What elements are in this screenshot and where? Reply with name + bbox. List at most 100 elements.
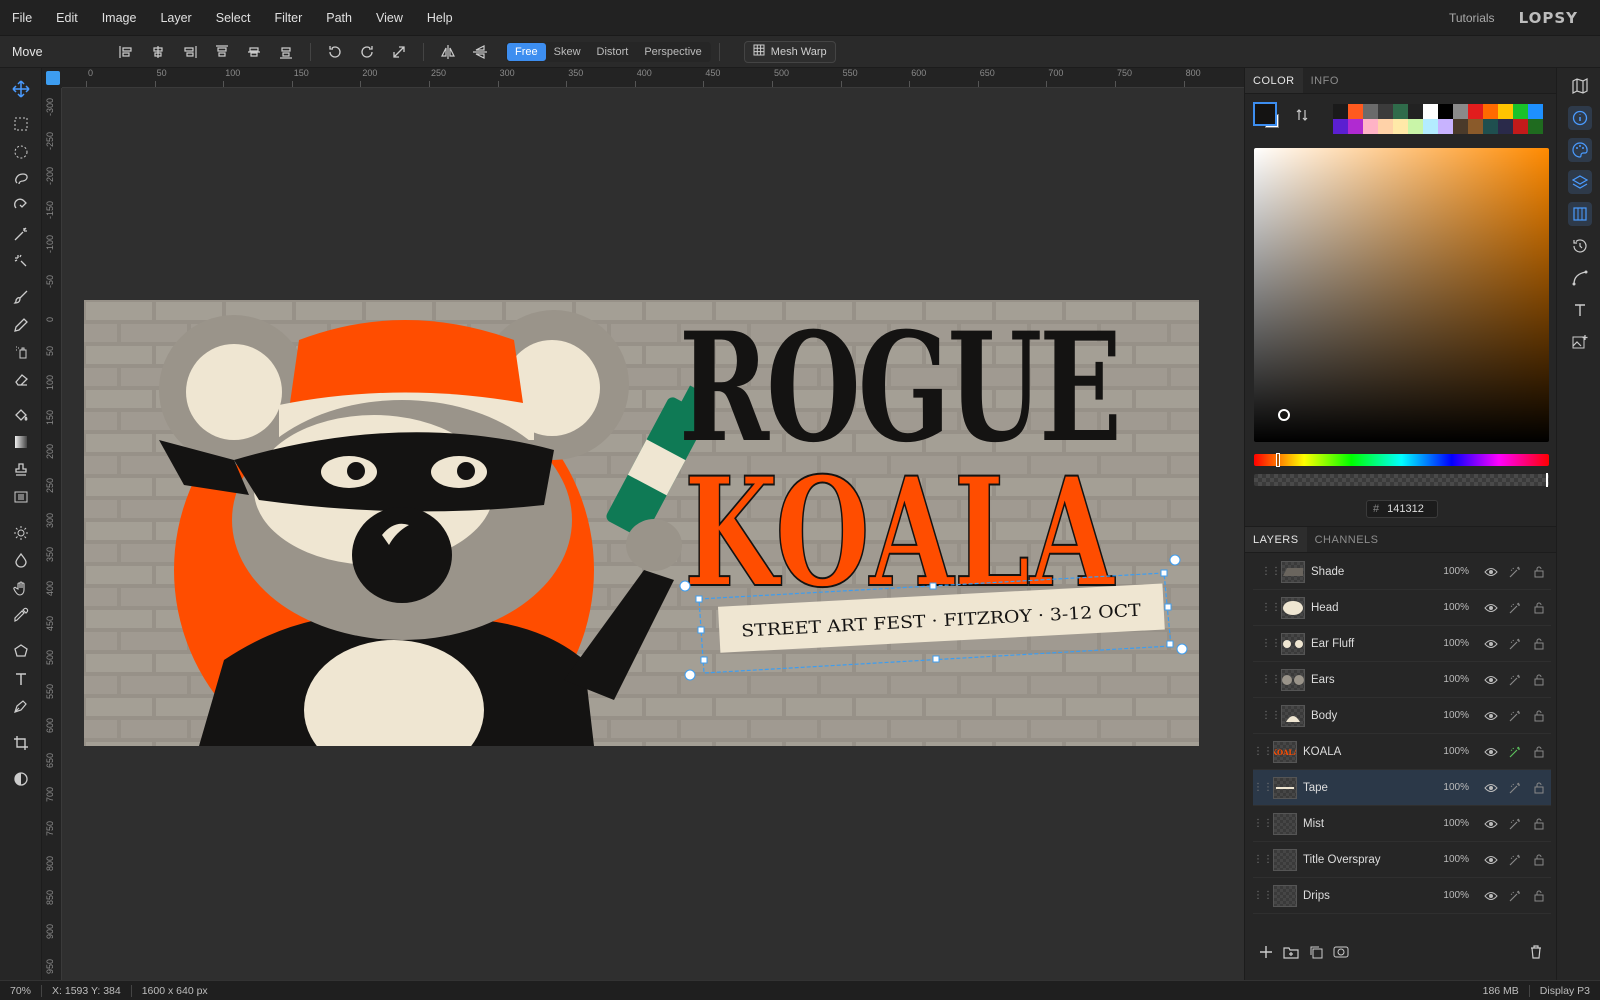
history-icon[interactable] [1568, 234, 1592, 258]
layer-row[interactable]: ⋮⋮ Ears 100% [1253, 662, 1551, 698]
layer-row[interactable]: ⋮⋮ Head 100% [1253, 590, 1551, 626]
drag-handle-icon[interactable]: ⋮⋮ [1261, 710, 1281, 721]
eye-icon[interactable] [1479, 603, 1503, 613]
effects-icon[interactable] [1503, 854, 1527, 866]
effects-icon[interactable] [1503, 710, 1527, 722]
mode-distort-button[interactable]: Distort [589, 43, 637, 61]
effects-icon[interactable] [1503, 890, 1527, 902]
layer-opacity[interactable]: 100% [1435, 602, 1469, 613]
layer-name[interactable]: KOALA [1303, 746, 1435, 758]
menu-path[interactable]: Path [314, 0, 364, 36]
menu-view[interactable]: View [364, 0, 415, 36]
lock-icon[interactable] [1527, 782, 1551, 794]
layer-opacity[interactable]: 100% [1435, 638, 1469, 649]
polygon-icon[interactable] [7, 638, 35, 664]
drag-handle-icon[interactable]: ⋮⋮ [1253, 746, 1273, 757]
layer-row[interactable]: ⋮⋮KOALAKOALA100% [1253, 734, 1551, 770]
menu-filter[interactable]: Filter [262, 0, 314, 36]
marquee-ellipse-icon[interactable] [7, 139, 35, 165]
palette-swatch[interactable] [1498, 104, 1513, 119]
lock-icon[interactable] [1527, 638, 1551, 650]
palette-swatch[interactable] [1513, 104, 1528, 119]
mesh-warp-button[interactable]: Mesh Warp [743, 40, 836, 63]
menu-select[interactable]: Select [204, 0, 263, 36]
tab-color[interactable]: COLOR [1245, 68, 1303, 93]
palette-swatch[interactable] [1363, 119, 1378, 134]
flip-vertical-icon[interactable] [464, 40, 496, 64]
effects-icon[interactable] [1503, 566, 1527, 578]
new-group-icon[interactable] [1283, 945, 1299, 962]
palette-swatch[interactable] [1528, 119, 1543, 134]
layer-name[interactable]: Ear Fluff [1311, 638, 1435, 650]
tutorials-link[interactable]: Tutorials [1449, 11, 1495, 25]
mode-free-button[interactable]: Free [507, 42, 546, 61]
palette-swatch[interactable] [1468, 119, 1483, 134]
zoom-level[interactable]: 70% [0, 985, 41, 997]
paths-icon[interactable] [1568, 266, 1592, 290]
align-bottom-icon[interactable] [270, 40, 302, 64]
palette-swatch[interactable] [1408, 104, 1423, 119]
text-tool-icon[interactable] [7, 666, 35, 692]
layer-opacity[interactable]: 100% [1435, 782, 1469, 793]
blur-drop-icon[interactable] [7, 547, 35, 573]
eye-icon[interactable] [1479, 783, 1503, 793]
scale-icon[interactable] [383, 40, 415, 64]
palette-swatch[interactable] [1468, 104, 1483, 119]
palette-swatch[interactable] [1378, 119, 1393, 134]
brush-icon[interactable] [7, 284, 35, 310]
mask-layer-icon[interactable] [1333, 945, 1349, 962]
layer-opacity[interactable]: 100% [1435, 566, 1469, 577]
layer-name[interactable]: Title Overspray [1303, 854, 1435, 866]
palette-swatch[interactable] [1483, 119, 1498, 134]
paint-bucket-icon[interactable] [7, 402, 35, 428]
layer-row[interactable]: ⋮⋮ Title Overspray 100% [1253, 842, 1551, 878]
palette-swatch[interactable] [1333, 119, 1348, 134]
pattern-icon[interactable] [7, 484, 35, 510]
palette-swatch[interactable] [1483, 104, 1498, 119]
drag-handle-icon[interactable]: ⋮⋮ [1253, 890, 1273, 901]
layer-row[interactable]: ⋮⋮ Body 100% [1253, 698, 1551, 734]
mode-skew-button[interactable]: Skew [546, 43, 589, 61]
lock-icon[interactable] [1527, 746, 1551, 758]
layers-icon[interactable] [1568, 170, 1592, 194]
effects-icon[interactable] [1503, 638, 1527, 650]
hand-icon[interactable] [7, 575, 35, 601]
palette-swatch[interactable] [1453, 119, 1468, 134]
layer-row[interactable]: ⋮⋮ Shade 100% [1253, 554, 1551, 590]
dodge-icon[interactable] [7, 520, 35, 546]
alpha-slider[interactable] [1254, 473, 1549, 487]
lock-icon[interactable] [1527, 854, 1551, 866]
lock-icon[interactable] [1527, 818, 1551, 830]
add-layer-icon[interactable] [1259, 945, 1273, 962]
menu-layer[interactable]: Layer [148, 0, 203, 36]
align-center-h-icon[interactable] [142, 40, 174, 64]
layer-row[interactable]: ⋮⋮ Drips 100% [1253, 878, 1551, 914]
menu-help[interactable]: Help [415, 0, 465, 36]
palette-swatch[interactable] [1363, 104, 1378, 119]
palette-icon[interactable] [1568, 138, 1592, 162]
canvas-area[interactable]: ROGUE KOALA STREET ART FEST · FITZROY · … [62, 88, 1244, 980]
contrast-mode-icon[interactable] [7, 766, 35, 792]
pen-tool-icon[interactable] [7, 693, 35, 719]
layer-name[interactable]: Tape [1303, 782, 1435, 794]
tab-layers[interactable]: LAYERS [1245, 527, 1307, 552]
image-add-icon[interactable] [1568, 330, 1592, 354]
align-left-icon[interactable] [110, 40, 142, 64]
saturation-value-picker[interactable] [1254, 148, 1549, 442]
channels-icon[interactable] [1568, 202, 1592, 226]
menu-file[interactable]: File [0, 0, 44, 36]
lock-icon[interactable] [1527, 602, 1551, 614]
layer-opacity[interactable]: 100% [1435, 710, 1469, 721]
rotate-ccw-icon[interactable] [319, 40, 351, 64]
quick-select-icon[interactable] [7, 248, 35, 274]
layer-name[interactable]: Ears [1311, 674, 1435, 686]
hue-slider-handle[interactable] [1276, 453, 1280, 467]
duplicate-layer-icon[interactable] [1309, 945, 1323, 962]
drag-handle-icon[interactable]: ⋮⋮ [1261, 566, 1281, 577]
rotate-cw-icon[interactable] [351, 40, 383, 64]
magnetic-lasso-icon[interactable] [7, 193, 35, 219]
ruler-origin-marker[interactable] [46, 71, 60, 85]
flip-horizontal-icon[interactable] [432, 40, 464, 64]
color-picker-cursor[interactable] [1278, 409, 1290, 421]
layer-opacity[interactable]: 100% [1435, 890, 1469, 901]
